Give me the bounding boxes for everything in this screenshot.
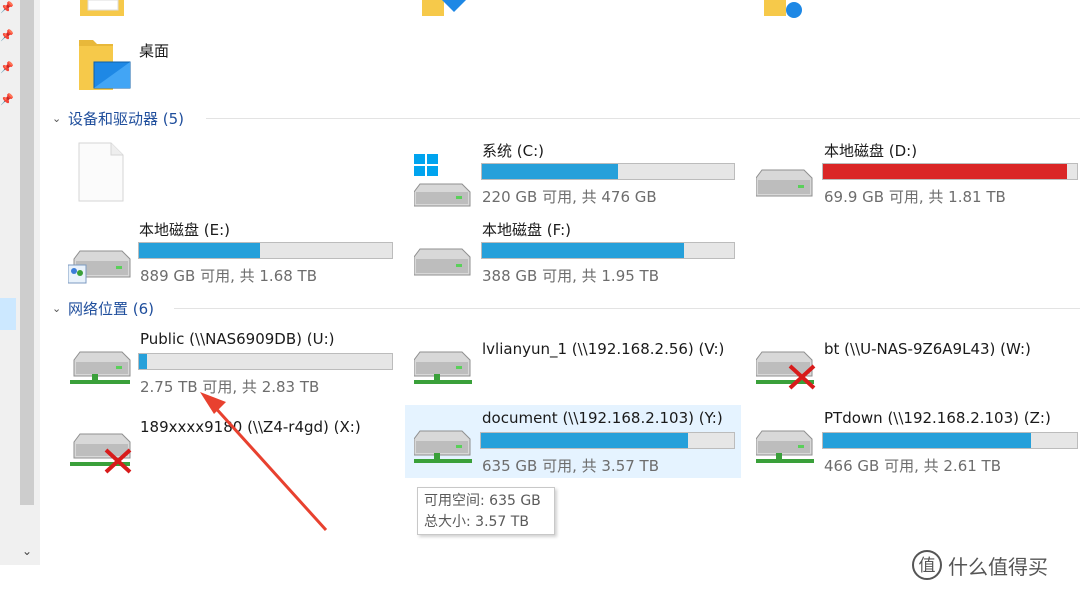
network-drive-icon: [414, 351, 472, 384]
desktop-folder-icon: [79, 40, 131, 90]
navigation-pane: 📌 📌 📌 📌 ⌄: [0, 0, 40, 565]
group-header-devices[interactable]: ⌄ 设备和驱动器 (5): [52, 108, 184, 129]
group-divider: [206, 118, 1080, 119]
drive-label: PTdown (\\192.168.2.103) (Z:): [824, 409, 1051, 427]
drive-label: Public (\\NAS6909DB) (U:): [140, 330, 335, 348]
drive-icon: [414, 248, 471, 276]
usage-bar: [822, 163, 1078, 180]
network-drive-item-y[interactable]: document (\\192.168.2.103) (Y:) 635 GB 可…: [414, 407, 740, 477]
drive-item-f[interactable]: 本地磁盘 (F:) 388 GB 可用, 共 1.95 TB: [414, 217, 740, 287]
usage-bar-fill: [482, 243, 684, 258]
usage-bar-fill: [139, 354, 147, 369]
network-drive-icon: [414, 430, 472, 463]
drive-item-e[interactable]: 本地磁盘 (E:) 889 GB 可用, 共 1.68 TB: [68, 217, 394, 287]
usage-bar: [822, 432, 1078, 449]
network-drive-item-v[interactable]: lvlianyun_1 (\\192.168.2.56) (V:): [414, 328, 740, 398]
folder-icon: [422, 0, 466, 16]
blank-file-item[interactable]: [78, 142, 126, 202]
collapse-caret-icon[interactable]: ⌄: [52, 302, 68, 315]
drive-space-info: 388 GB 可用, 共 1.95 TB: [482, 267, 660, 285]
drive-label: 本地磁盘 (E:): [139, 221, 231, 239]
pin-icon: 📌: [0, 1, 14, 14]
windows-drive-icon: [414, 154, 471, 207]
drive-label: 本地磁盘 (F:): [482, 221, 571, 239]
watermark-text: 什么值得买: [948, 554, 1048, 579]
file-icon: [78, 142, 124, 202]
nav-scrollbar-thumb[interactable]: [20, 0, 34, 505]
collapse-caret-icon[interactable]: ⌄: [52, 112, 68, 125]
drive-label: 本地磁盘 (D:): [824, 142, 918, 160]
drive-item-c[interactable]: 系统 (C:) 220 GB 可用, 共 476 GB: [414, 138, 740, 208]
folder-item-desktop[interactable]: 桌面: [76, 34, 376, 94]
scroll-down-icon[interactable]: ⌄: [18, 544, 36, 560]
tooltip-total-size: 总大小: 3.57 TB: [424, 514, 529, 530]
drive-space-info: 69.9 GB 可用, 共 1.81 TB: [824, 188, 1006, 206]
drive-label: 189xxxx9180 (\\Z4-r4gd) (X:): [140, 418, 361, 436]
usage-bar: [481, 163, 735, 180]
usage-bar-fill: [481, 433, 689, 448]
drive-space-info: 2.75 TB 可用, 共 2.83 TB: [140, 378, 320, 396]
folder-label: 桌面: [139, 42, 170, 60]
drive-space-info: 466 GB 可用, 共 2.61 TB: [824, 457, 1002, 475]
pin-icon: 📌: [0, 29, 14, 42]
folder-partial-1[interactable]: [80, 0, 128, 18]
drive-item-d[interactable]: 本地磁盘 (D:) 69.9 GB 可用, 共 1.81 TB: [756, 138, 1080, 208]
drive-space-info: 635 GB 可用, 共 3.57 TB: [482, 457, 660, 475]
usage-bar: [481, 242, 735, 259]
network-drive-icon: [756, 430, 814, 463]
group-title: 设备和驱动器 (5): [68, 110, 185, 128]
usage-bar-fill: [823, 164, 1067, 179]
disconnected-network-drive-icon: [70, 433, 132, 474]
pin-icon: 📌: [0, 93, 14, 106]
group-title: 网络位置 (6): [68, 300, 155, 318]
usage-bar-fill: [482, 164, 619, 179]
drive-label: lvlianyun_1 (\\192.168.2.56) (V:): [482, 340, 725, 358]
nav-scrollbar[interactable]: [18, 0, 36, 565]
folder-icon: [764, 0, 802, 18]
group-header-network[interactable]: ⌄ 网络位置 (6): [52, 298, 154, 319]
disconnected-network-drive-icon: [756, 351, 816, 390]
drive-icon: [756, 169, 813, 197]
folder-partial-3[interactable]: [764, 0, 812, 18]
group-divider: [174, 308, 1080, 309]
usage-bar: [138, 353, 393, 370]
network-drive-item-u[interactable]: Public (\\NAS6909DB) (U:) 2.75 TB 可用, 共 …: [68, 328, 394, 398]
network-drive-item-x[interactable]: 189xxxx9180 (\\Z4-r4gd) (X:): [68, 412, 394, 482]
drive-label: document (\\192.168.2.103) (Y:): [482, 409, 723, 427]
usage-bar-fill: [139, 243, 261, 258]
drive-label: bt (\\U-NAS-9Z6A9L43) (W:): [824, 340, 1031, 358]
drive-space-info: 889 GB 可用, 共 1.68 TB: [140, 267, 318, 285]
pin-icon: 📌: [0, 61, 14, 74]
tooltip-free-space: 可用空间: 635 GB: [424, 493, 541, 509]
network-drive-icon: [70, 351, 131, 384]
folder-icon: [80, 0, 124, 16]
watermark-logo: 值: [912, 550, 942, 580]
usage-bar-fill: [823, 433, 1032, 448]
folder-partial-2[interactable]: [422, 0, 470, 18]
drive-tooltip: 可用空间: 635 GB 总大小: 3.57 TB: [417, 487, 555, 535]
network-drive-item-z[interactable]: PTdown (\\192.168.2.103) (Z:) 466 GB 可用,…: [756, 407, 1080, 477]
usage-bar: [480, 432, 735, 449]
drive-space-info: 220 GB 可用, 共 476 GB: [482, 188, 657, 206]
drive-label: 系统 (C:): [482, 142, 544, 160]
shared-drive-icon: [68, 250, 131, 284]
nav-selected-item[interactable]: [0, 298, 16, 330]
usage-bar: [138, 242, 393, 259]
watermark: 值 什么值得买: [912, 550, 1048, 580]
network-drive-item-w[interactable]: bt (\\U-NAS-9Z6A9L43) (W:): [756, 328, 1080, 398]
